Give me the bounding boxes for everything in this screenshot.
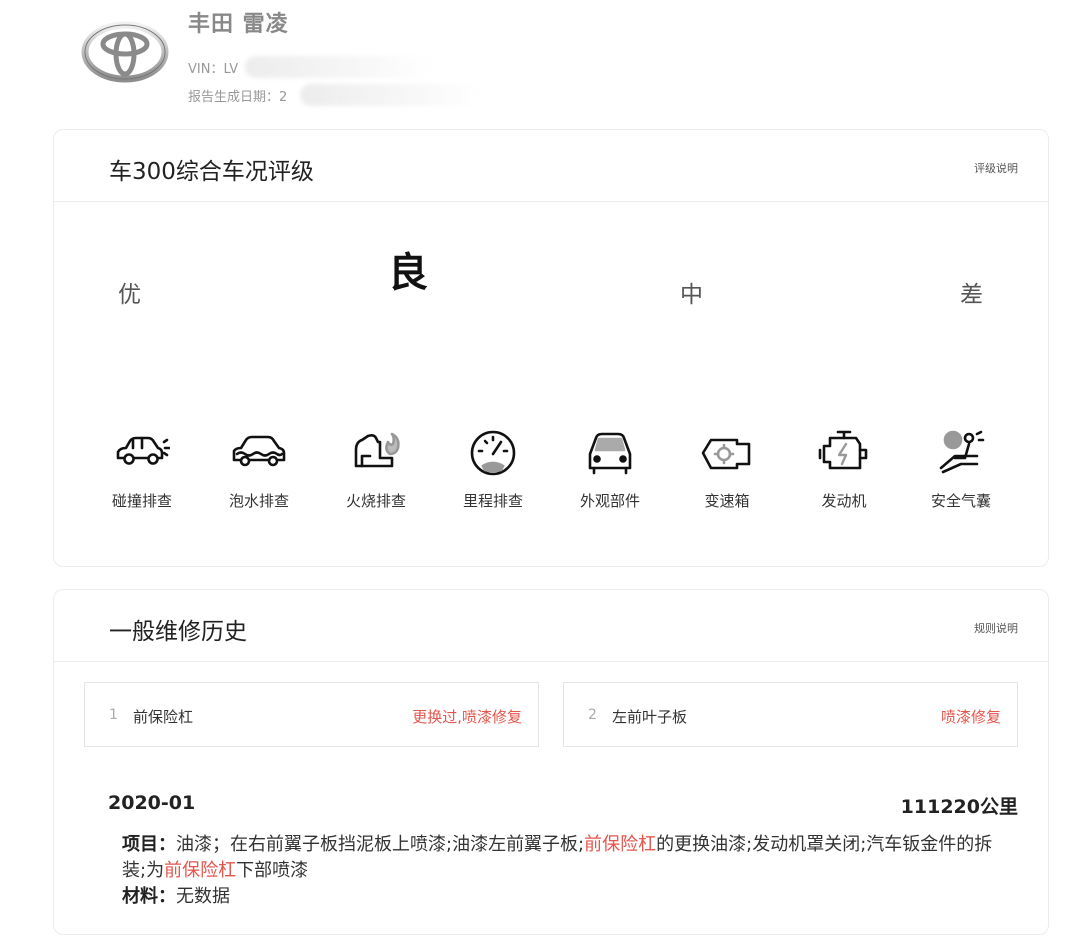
project-label: 项目： (122, 834, 176, 855)
maintenance-card: 一般维修历史 规则说明 1 前保险杠 更换过,喷漆修复 2 左前叶子板 喷漆修复… (53, 589, 1049, 935)
repair-part-1[interactable]: 1 前保险杠 更换过,喷漆修复 (84, 682, 539, 747)
check-airbag-label: 安全气囊 (930, 492, 991, 510)
grade-good-current: 良 (388, 250, 428, 296)
report-header: 丰田 雷凌 VIN：LV 报告生成日期：2 (0, 0, 1080, 120)
date-redaction (300, 84, 480, 106)
inspection-items: 碰撞排查 泡水排查 火烧排查 里程排查 外观部件 变速箱 发动机 安全气囊 (54, 428, 1048, 518)
car-model-name: 丰田 雷凌 (188, 12, 289, 37)
record-date: 2020-01 (108, 792, 196, 814)
check-exterior[interactable]: 外观部件 (555, 428, 665, 511)
toyota-logo-icon (81, 21, 169, 83)
material-value: 无数据 (176, 886, 230, 907)
flood-car-icon (232, 435, 286, 467)
check-flood[interactable]: 泡水排查 (204, 428, 314, 511)
grade-medium: 中 (680, 282, 703, 308)
repair-part-2[interactable]: 2 左前叶子板 喷漆修复 (563, 682, 1018, 747)
vin-redaction (245, 56, 435, 78)
repair-part-status: 更换过,喷漆修复 (412, 708, 522, 726)
repair-part-name: 左前叶子板 (612, 708, 688, 726)
grade-excellent: 优 (118, 282, 141, 308)
check-mileage[interactable]: 里程排查 (438, 428, 548, 511)
rules-explain-link[interactable]: 规则说明 (974, 620, 1018, 636)
check-gearbox[interactable]: 变速箱 (672, 428, 782, 511)
check-collision[interactable]: 碰撞排查 (87, 428, 197, 511)
odometer-icon (470, 430, 516, 476)
project-text-3: 下部喷漆 (236, 860, 309, 881)
rating-title: 车300综合车况评级 (109, 159, 314, 185)
repair-part-index: 1 (109, 707, 118, 723)
engine-icon (818, 430, 868, 470)
check-gearbox-label: 变速箱 (704, 492, 750, 510)
repair-part-status: 喷漆修复 (940, 708, 1001, 726)
project-highlight-1: 前保险杠 (584, 834, 657, 855)
rating-card: 车300综合车况评级 评级说明 优 良 中 差 碰撞排查 泡水排查 火烧排查 里… (53, 129, 1049, 567)
record-mileage: 111220公里 (900, 796, 1018, 818)
check-mileage-label: 里程排查 (462, 492, 523, 510)
rating-explain-link[interactable]: 评级说明 (974, 160, 1018, 176)
record-details: 项目：油漆；在右前翼子板挡泥板上喷漆;油漆左前翼子板;前保险杠的更换油漆;发动机… (122, 832, 1002, 910)
check-fire-label: 火烧排查 (345, 492, 406, 510)
maintenance-card-header: 一般维修历史 规则说明 (54, 590, 1048, 662)
check-fire[interactable]: 火烧排查 (321, 428, 431, 511)
check-exterior-label: 外观部件 (579, 492, 640, 510)
grade-poor: 差 (960, 282, 983, 308)
airbag-icon (939, 430, 985, 474)
rating-card-header: 车300综合车况评级 评级说明 (54, 130, 1048, 202)
check-engine-label: 发动机 (821, 492, 867, 510)
check-engine[interactable]: 发动机 (789, 428, 899, 511)
record-material: 材料：无数据 (122, 884, 1002, 910)
report-date-text: 报告生成日期：2 (188, 90, 288, 105)
record-project: 项目：油漆；在右前翼子板挡泥板上喷漆;油漆左前翼子板;前保险杠的更换油漆;发动机… (122, 832, 1002, 884)
check-collision-label: 碰撞排查 (111, 492, 172, 510)
vin-text: VIN：LV (188, 62, 239, 77)
gearbox-icon (701, 438, 751, 470)
maintenance-title: 一般维修历史 (109, 619, 247, 645)
check-airbag[interactable]: 安全气囊 (906, 428, 1016, 511)
repair-part-index: 2 (588, 707, 597, 723)
collision-car-icon (116, 436, 170, 465)
check-flood-label: 泡水排查 (228, 492, 289, 510)
project-highlight-2: 前保险杠 (164, 860, 237, 881)
material-label: 材料： (122, 886, 176, 907)
project-text-1: 油漆；在右前翼子板挡泥板上喷漆;油漆左前翼子板; (176, 834, 585, 855)
car-front-icon (588, 432, 632, 475)
repair-part-name: 前保险杠 (133, 708, 194, 726)
fire-car-icon (354, 432, 400, 468)
